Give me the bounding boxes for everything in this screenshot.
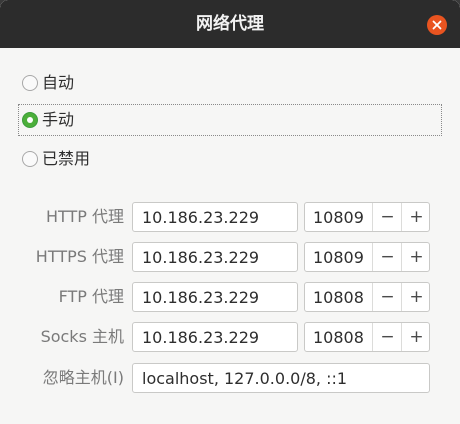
ignore-hosts-field[interactable] [132, 363, 430, 393]
http-host-input[interactable] [133, 203, 297, 231]
https-host-field[interactable] [132, 242, 298, 272]
window-title: 网络代理 [196, 14, 264, 34]
mode-label: 已禁用 [42, 149, 91, 168]
radio-indicator [22, 151, 38, 167]
mode-automatic-radio[interactable]: 自动 [18, 67, 442, 99]
radio-indicator-checked [22, 112, 38, 128]
ftp-host-input[interactable] [133, 283, 297, 311]
https-port-input[interactable] [305, 243, 371, 271]
ftp-proxy-label: FTP 代理 [58, 287, 124, 306]
network-proxy-dialog: 网络代理 自动 手动 已禁用 HTTP 代理 − + HTTPS 代理 − [0, 0, 460, 424]
socks-port-increment-button[interactable]: + [401, 323, 431, 351]
socks-port-decrement-button[interactable]: − [372, 323, 402, 351]
socks-host-input[interactable] [133, 323, 297, 351]
socks-port-stepper[interactable]: − + [304, 322, 430, 352]
http-port-stepper[interactable]: − + [304, 202, 430, 232]
http-port-increment-button[interactable]: + [401, 203, 431, 231]
https-proxy-label: HTTPS 代理 [35, 247, 124, 266]
https-port-increment-button[interactable]: + [401, 243, 431, 271]
socks-host-label: Socks 主机 [40, 327, 124, 346]
socks-host-field[interactable] [132, 322, 298, 352]
mode-disabled-radio[interactable]: 已禁用 [18, 143, 442, 175]
socks-port-input[interactable] [305, 323, 371, 351]
ignore-hosts-input[interactable] [133, 364, 429, 392]
https-port-stepper[interactable]: − + [304, 242, 430, 272]
http-proxy-label: HTTP 代理 [45, 207, 124, 226]
ftp-port-decrement-button[interactable]: − [372, 283, 402, 311]
mode-label: 自动 [42, 73, 75, 92]
http-host-field[interactable] [132, 202, 298, 232]
ignore-hosts-label: 忽略主机(I) [42, 368, 124, 387]
radio-indicator [22, 75, 38, 91]
mode-label: 手动 [42, 110, 75, 129]
https-port-decrement-button[interactable]: − [372, 243, 402, 271]
ftp-port-input[interactable] [305, 283, 371, 311]
mode-manual-radio[interactable]: 手动 [18, 104, 442, 136]
close-icon [432, 20, 442, 30]
titlebar: 网络代理 [0, 0, 460, 48]
http-port-input[interactable] [305, 203, 371, 231]
ftp-host-field[interactable] [132, 282, 298, 312]
https-host-input[interactable] [133, 243, 297, 271]
ftp-port-stepper[interactable]: − + [304, 282, 430, 312]
http-port-decrement-button[interactable]: − [372, 203, 402, 231]
close-button[interactable] [427, 15, 447, 35]
ftp-port-increment-button[interactable]: + [401, 283, 431, 311]
